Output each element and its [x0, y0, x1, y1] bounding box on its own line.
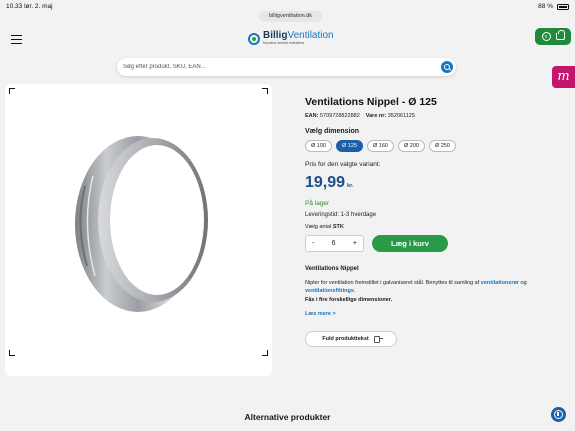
search-input[interactable] — [123, 61, 423, 73]
stock-status: På lager — [305, 200, 330, 207]
corner-marker-icon — [9, 88, 15, 94]
dimension-option-200[interactable]: Ø 200 — [397, 140, 425, 152]
basket-icon — [555, 30, 565, 40]
menu-icon[interactable] — [11, 35, 22, 44]
logo-accent: Ventilation — [287, 30, 334, 41]
description-title: Ventilations Nippel — [305, 266, 359, 272]
qty-value[interactable]: 6 — [332, 236, 336, 251]
dimension-option-100[interactable]: Ø 100 — [305, 140, 332, 152]
sku-label: Vare nr: — [365, 113, 387, 119]
corner-marker-icon — [262, 88, 268, 94]
qty-label: Vælg antal STK — [305, 224, 555, 230]
link-ventilationsror[interactable]: ventilationsrør — [481, 280, 519, 286]
price: 19,99 kr. — [305, 174, 555, 192]
logo-text: BilligVentilation — [263, 31, 334, 41]
ean-value: 5709728822882 — [319, 113, 360, 119]
battery-percent: 88 % — [538, 3, 553, 10]
quantity-stepper: - 6 + — [305, 235, 364, 252]
product-image[interactable] — [65, 126, 215, 316]
description-pre: Nipler for ventilation fremstillet i gal… — [305, 280, 481, 286]
cart-button[interactable]: 0 — [535, 28, 571, 45]
corner-marker-icon — [262, 350, 268, 356]
description-post: . — [353, 288, 356, 294]
corner-marker-icon — [9, 350, 15, 356]
logo-mark-icon — [248, 32, 260, 45]
description-bold: Fås i fire forskellige dimensioner. — [305, 297, 393, 303]
accessibility-icon[interactable] — [551, 407, 566, 422]
sku-value: 352061125 — [387, 113, 415, 119]
link-ventilationsfittings[interactable]: ventilationsfittings — [305, 288, 354, 294]
description-text: Nipler for ventilation fremstillet i gal… — [305, 279, 550, 295]
dimension-option-125[interactable]: Ø 125 — [335, 140, 363, 152]
lead-time: Leveringstid: 1-3 hverdage — [305, 212, 377, 218]
sku: Vare nr: 352061125 — [366, 113, 415, 119]
alternatives-title: Alternative produkter — [244, 412, 331, 422]
site-logo[interactable]: BilligVentilation Nordens laveste indekl… — [248, 31, 334, 46]
cart-count: 0 — [541, 32, 551, 41]
price-value: 19,99 — [305, 174, 346, 191]
status-time-date: 10.33 lør. 2. maj — [6, 3, 53, 10]
site-header: BilligVentilation Nordens laveste indekl… — [0, 24, 575, 56]
product-details: Ventilations Nippel - Ø 125 EAN: 5709728… — [305, 96, 555, 347]
dimension-label: Vælg dimension — [305, 128, 360, 135]
search-bar — [117, 58, 456, 76]
full-text-button[interactable]: Fuld produkttekst — [305, 331, 397, 347]
full-text-label: Fuld produkttekst — [322, 336, 369, 342]
status-date: lør. 2. maj — [24, 3, 53, 10]
ring-opening — [110, 145, 204, 295]
price-unit: kr. — [347, 183, 354, 189]
description-mid: og — [518, 280, 527, 286]
add-to-cart-button[interactable]: Læg i kurv — [372, 235, 448, 252]
status-indicators: 88 % — [538, 3, 569, 10]
browser-url[interactable]: billigventilation.dk — [259, 11, 322, 22]
dimension-options: Ø 100 Ø 125 Ø 160 Ø 200 Ø 250 — [305, 140, 555, 152]
product-title: Ventilations Nippel - Ø 125 — [305, 96, 437, 108]
product-codes: EAN: 5709728822882 Vare nr: 352061125 — [305, 113, 555, 119]
side-badge[interactable]: m — [552, 66, 575, 88]
logo-main: Billig — [263, 30, 288, 41]
price-label: Pris for den valgte variant: — [305, 161, 381, 168]
read-more-link[interactable]: Læs mere > — [305, 311, 555, 317]
status-time: 10.33 — [6, 3, 23, 10]
dimension-option-160[interactable]: Ø 160 — [366, 140, 394, 152]
product-image-card — [5, 84, 272, 376]
dimension-option-250[interactable]: Ø 250 — [428, 140, 456, 152]
qty-label-text: Vælg antal — [305, 224, 332, 230]
qty-minus-button[interactable]: - — [312, 236, 314, 251]
logo-tagline: Nordens laveste indeklima — [263, 41, 305, 45]
ean-label: EAN: — [305, 113, 319, 119]
qty-unit: STK — [332, 224, 344, 230]
buy-row: - 6 + Læg i kurv — [305, 235, 555, 252]
qty-plus-button[interactable]: + — [353, 236, 357, 251]
ean: EAN: 5709728822882 — [305, 113, 360, 119]
document-icon — [373, 335, 383, 343]
battery-icon — [557, 3, 569, 10]
search-icon[interactable] — [441, 61, 453, 73]
